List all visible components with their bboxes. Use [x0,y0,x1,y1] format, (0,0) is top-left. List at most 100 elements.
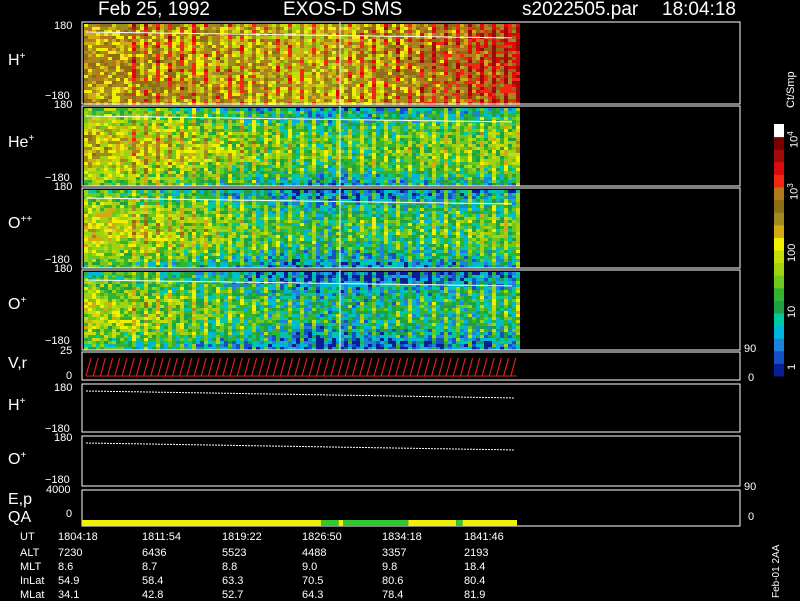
vr-red-mark [388,358,393,376]
table-row-label: ALT [20,548,39,559]
colorbar-swatch [774,326,784,339]
vr-red-mark [309,358,314,376]
table-cell: 1826:50 [302,532,342,543]
panel-label-ep: E,p [8,492,32,508]
vr-red-mark [187,358,192,376]
vr-red-mark [331,358,336,376]
vr-red-mark [129,358,134,376]
he-plus-ytop: 180 [54,100,72,111]
vr-red-mark [288,358,293,376]
table-cell: 70.5 [302,576,323,587]
vr-red-mark [453,358,458,376]
o-plus-line-ytop: 180 [54,433,72,444]
table-row-label: MLT [20,562,41,573]
vr-red-mark [417,358,422,376]
vr-red-mark [165,358,170,376]
colorbar-swatch [774,200,784,213]
colorbar-swatch [774,250,784,263]
vr-red-mark [115,358,120,376]
qa-segment [463,520,517,526]
h-plus-line-ytop: 180 [54,383,72,394]
vr-red-mark [237,358,242,376]
table-row-label: UT [20,532,35,543]
vr-red-mark [136,358,141,376]
colorbar-tick-10000: 104 [786,131,800,148]
colorbar-tick-1: 1 [786,364,798,370]
colorbar-swatch [774,363,784,376]
colorbar-swatch [774,212,784,225]
qa-segment [82,520,321,526]
vr-red-mark [108,358,113,376]
table-cell: 42.8 [142,590,163,601]
table-cell: 5523 [222,548,246,559]
table-cell: 54.9 [58,576,79,587]
table-cell: 7230 [58,548,82,559]
vr-red-mark [504,358,509,376]
vr-red-mark [360,358,365,376]
vr-red-mark [223,358,228,376]
vr-red-mark [496,358,501,376]
table-cell: 52.7 [222,590,243,601]
vr-red-mark [475,358,480,376]
vr-red-mark [352,358,357,376]
panel-label-he-plus: He+ [8,134,34,151]
vr-red-mark [280,358,285,376]
sms-plot [0,0,800,600]
o-plus-ytop: 180 [54,264,72,275]
ep-ytop: 4000 [46,485,70,496]
vr-red-mark [93,358,98,376]
colorbar-swatch [774,263,784,276]
table-cell: 64.3 [302,590,323,601]
table-cell: 8.6 [58,562,73,573]
plot-date: Feb 25, 1992 [98,0,210,19]
table-cell: 81.9 [464,590,485,601]
vr-red-mark [460,358,465,376]
panel-label-o-plus: O+ [8,296,26,313]
heatmap-cells-O++ [84,190,520,268]
table-cell: 1819:22 [222,532,262,543]
vr-red-mark [244,358,249,376]
o-plusplus-ytop: 180 [54,182,72,193]
vr-red-mark [468,358,473,376]
colorbar-tick-100: 100 [786,244,798,262]
plot-instrument: EXOS-D SMS [283,0,402,19]
vr-red-mark [252,358,257,376]
ep-ybot: 0 [66,509,72,520]
table-cell: 8.7 [142,562,157,573]
vr-red-mark [345,358,350,376]
vr-right-top: 90 [744,344,756,355]
vr-red-mark [439,358,444,376]
panel-label-qa: QA [8,510,31,526]
vr-red-mark [302,358,307,376]
vr-red-mark [259,358,264,376]
panel-label-o-plus-line: O+ [8,451,26,468]
vr-red-mark [324,358,329,376]
table-cell: 9.8 [382,562,397,573]
vr-red-mark [482,358,487,376]
colorbar-swatch [774,288,784,301]
table-cell: 1811:54 [142,532,181,543]
vr-red-mark [122,358,127,376]
colorbar-swatch [774,137,784,150]
colorbar-swatch [774,174,784,187]
heatmap-cells-He+ [84,108,520,186]
colorbar-swatch [774,275,784,288]
h-plus-ytop: 180 [54,21,72,32]
line-panel-frame-h [82,384,740,432]
colorbar-tick-10: 10 [786,306,798,318]
vr-ytop: 25 [60,346,72,357]
vr-red-mark [194,358,199,376]
table-cell: 1841:46 [464,532,504,543]
panel-label-o-plusplus: O++ [8,215,32,232]
colorbar-swatch [774,124,784,137]
table-cell: 8.8 [222,562,237,573]
colorbar-swatch [774,300,784,313]
vr-red-mark [410,358,415,376]
table-cell: 78.4 [382,590,403,601]
vr-red-mark [180,358,185,376]
qa-segment [408,520,456,526]
table-row-label: InLat [20,576,44,587]
vr-red-mark [338,358,343,376]
qa-segment [321,520,338,526]
qa-segment [343,520,408,526]
